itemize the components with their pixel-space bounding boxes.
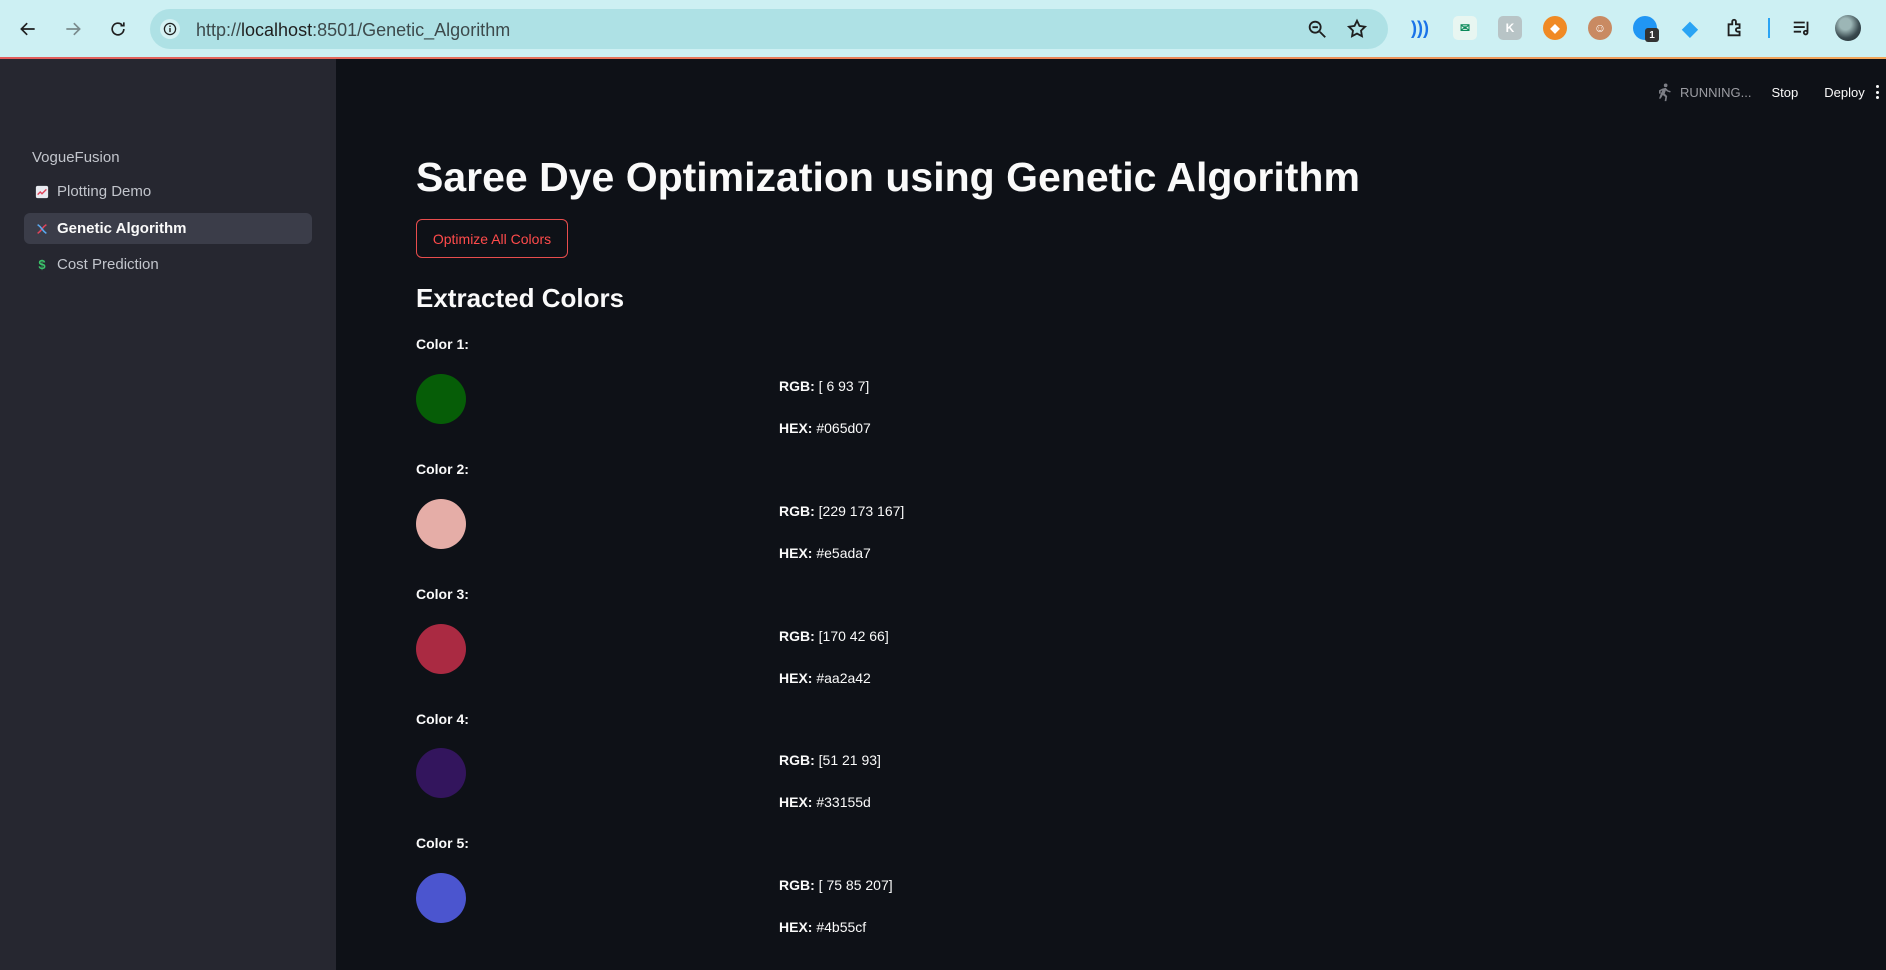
forward-button[interactable] xyxy=(58,14,88,44)
rgb-value: RGB: [51 21 93] xyxy=(779,752,881,768)
sidebar: VogueFusion Plotting Demo Genetic Algori… xyxy=(0,59,336,970)
main-content: RUNNING... Stop Deploy Saree Dye Optimiz… xyxy=(336,59,1886,970)
extension-diamond-icon[interactable]: ◆ xyxy=(1678,16,1702,40)
deploy-button[interactable]: Deploy xyxy=(1824,85,1864,100)
optimize-all-colors-button[interactable]: Optimize All Colors xyxy=(416,219,568,258)
url-scheme: http:// xyxy=(196,20,242,40)
hex-text: #33155d xyxy=(816,794,871,810)
rgb-text: [ 6 93 7] xyxy=(818,378,870,394)
rgb-text: [ 75 85 207] xyxy=(818,877,893,893)
rgb-key: RGB: xyxy=(779,628,815,644)
running-status: RUNNING... xyxy=(1680,84,1752,100)
extension-fox-icon[interactable]: ◆ xyxy=(1543,16,1567,40)
stop-button[interactable]: Stop xyxy=(1772,85,1799,100)
main-menu-icon[interactable] xyxy=(1876,85,1880,99)
hex-text: #e5ada7 xyxy=(816,545,871,561)
rgb-text: [229 173 167] xyxy=(818,503,905,519)
color-label: Color 5: xyxy=(416,835,469,851)
sidebar-brand[interactable]: VogueFusion xyxy=(32,149,120,166)
hex-key: HEX: xyxy=(779,420,813,436)
rgb-value: RGB: [170 42 66] xyxy=(779,628,889,644)
dna-icon xyxy=(34,221,50,237)
url-text[interactable]: http://localhost:8501/Genetic_Algorithm xyxy=(196,20,510,41)
chart-icon xyxy=(34,184,50,200)
hex-value: HEX: #aa2a42 xyxy=(779,670,871,686)
extension-count-badge: 1 xyxy=(1645,28,1659,42)
sidebar-item-cost-prediction[interactable]: $ Cost Prediction xyxy=(24,249,312,280)
profile-avatar[interactable] xyxy=(1835,15,1861,41)
color-swatch xyxy=(416,748,466,798)
hex-key: HEX: xyxy=(779,670,813,686)
zoom-icon[interactable] xyxy=(1306,18,1328,40)
dollar-icon: $ xyxy=(38,257,46,272)
hex-text: #4b55cf xyxy=(816,919,867,935)
media-queue-icon[interactable] xyxy=(1790,16,1814,40)
hex-key: HEX: xyxy=(779,545,813,561)
rgb-text: [51 21 93] xyxy=(818,752,881,768)
app-status-bar: RUNNING... Stop Deploy xyxy=(1654,81,1865,103)
extension-wave-icon[interactable]: ))) xyxy=(1408,16,1432,40)
hex-key: HEX: xyxy=(779,919,813,935)
color-label: Color 1: xyxy=(416,336,469,352)
page-title: Saree Dye Optimization using Genetic Alg… xyxy=(416,154,1360,200)
arrow-right-icon xyxy=(66,22,81,36)
toolbar-divider xyxy=(1768,18,1770,38)
bookmark-star-icon[interactable] xyxy=(1346,18,1368,40)
section-heading: Extracted Colors xyxy=(416,283,625,313)
color-swatch xyxy=(416,873,466,923)
sidebar-item-label: Plotting Demo xyxy=(57,183,152,200)
url-path: :8501/Genetic_Algorithm xyxy=(312,20,511,40)
hex-text: #aa2a42 xyxy=(816,670,871,686)
rgb-value: RGB: [229 173 167] xyxy=(779,503,904,519)
reload-icon xyxy=(111,22,125,36)
url-host: localhost xyxy=(241,20,313,40)
arrow-left-icon xyxy=(20,22,35,36)
address-bar[interactable]: http://localhost:8501/Genetic_Algorithm xyxy=(150,9,1388,49)
rgb-value: RGB: [ 75 85 207] xyxy=(779,877,893,893)
site-info-icon[interactable] xyxy=(160,19,180,39)
hex-value: HEX: #e5ada7 xyxy=(779,545,871,561)
color-swatch xyxy=(416,374,466,424)
extension-mail-icon[interactable]: ✉ xyxy=(1453,16,1477,40)
sidebar-item-label: Genetic Algorithm xyxy=(57,220,187,237)
sidebar-item-genetic-algorithm[interactable]: Genetic Algorithm xyxy=(24,213,312,244)
running-man-icon xyxy=(1659,83,1671,102)
rgb-value: RGB: [ 6 93 7] xyxy=(779,378,869,394)
extensions-puzzle-icon[interactable] xyxy=(1723,16,1747,40)
sidebar-item-label: Cost Prediction xyxy=(57,256,159,273)
extension-face-icon[interactable]: ☺ xyxy=(1588,16,1612,40)
back-button[interactable] xyxy=(13,14,43,44)
hex-value: HEX: #4b55cf xyxy=(779,919,866,935)
color-label: Color 3: xyxy=(416,586,469,602)
extension-badge-icon[interactable]: 1 xyxy=(1633,16,1659,42)
color-label: Color 2: xyxy=(416,461,469,477)
extension-k-icon[interactable]: K xyxy=(1498,16,1522,40)
rgb-key: RGB: xyxy=(779,877,815,893)
color-swatch xyxy=(416,499,466,549)
color-swatch xyxy=(416,624,466,674)
rgb-key: RGB: xyxy=(779,752,815,768)
hex-value: HEX: #065d07 xyxy=(779,420,871,436)
sidebar-item-plotting-demo[interactable]: Plotting Demo xyxy=(24,176,312,207)
rgb-text: [170 42 66] xyxy=(818,628,889,644)
hex-text: #065d07 xyxy=(816,420,871,436)
rgb-key: RGB: xyxy=(779,503,815,519)
hex-value: HEX: #33155d xyxy=(779,794,871,810)
browser-toolbar: http://localhost:8501/Genetic_Algorithm … xyxy=(0,0,1886,59)
hex-key: HEX: xyxy=(779,794,813,810)
color-label: Color 4: xyxy=(416,711,469,727)
rgb-key: RGB: xyxy=(779,378,815,394)
reload-button[interactable] xyxy=(103,14,133,44)
